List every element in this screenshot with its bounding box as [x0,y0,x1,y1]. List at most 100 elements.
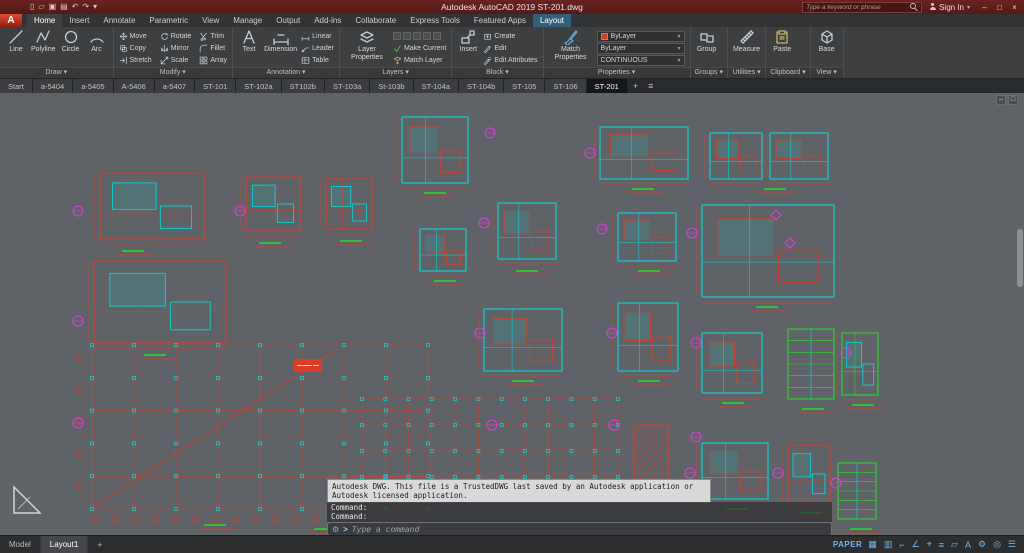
polyline-button[interactable]: Polyline [31,29,56,54]
file-tab-a-5406[interactable]: A-5406 [114,79,155,93]
ribbon-tab-home[interactable]: Home [27,14,62,27]
layer-properties-button[interactable]: Layer Properties [345,29,389,61]
open-button[interactable]: ▱ [38,0,44,14]
file-tab-st102b[interactable]: ST102b [282,79,325,93]
insert-button[interactable]: Insert [457,29,479,54]
file-tab-a-5404[interactable]: a-5404 [33,79,73,93]
search-input[interactable] [806,4,908,11]
layer-state-icon[interactable] [393,32,401,40]
base-button[interactable]: Base [816,29,838,54]
snap-icon[interactable]: ▥ [884,539,893,550]
transparency-icon[interactable]: ▱ [951,539,958,550]
layer-state-icon[interactable] [413,32,421,40]
minimize-button[interactable]: – [977,0,992,14]
panel-label-utilities[interactable]: Utilities ▾ [728,67,765,78]
arc-button[interactable]: Arc [86,29,108,54]
ribbon-tab-insert[interactable]: Insert [62,14,96,27]
file-tab-menu-button[interactable]: ≡ [643,79,658,93]
file-tab-a-5407[interactable]: a-5407 [155,79,195,93]
close-button[interactable]: × [1007,0,1022,14]
circle-button[interactable]: Circle [60,29,82,54]
isolate-objects-icon[interactable]: ◎ [993,539,1001,550]
drawing-viewport[interactable] [0,93,1024,535]
paper-space-toggle[interactable]: PAPER [827,540,868,549]
panel-label-properties[interactable]: Properties ▾ [544,67,690,78]
match-layer-button[interactable]: Match Layer [393,56,446,65]
ribbon-tab-parametric[interactable]: Parametric [142,14,195,27]
grid-icon[interactable]: ▦ [868,539,877,550]
ribbon-tab-annotate[interactable]: Annotate [96,14,142,27]
plot-button[interactable]: ▤ [60,0,68,14]
file-tab-start[interactable]: Start [0,79,33,93]
command-line[interactable]: ⚙ > [327,522,832,535]
osnap-icon[interactable]: ⌖ [927,539,932,550]
ribbon-tab-output[interactable]: Output [269,14,307,27]
file-tab-a-5405[interactable]: a-5405 [73,79,113,93]
undo-button[interactable]: ↶ [72,0,79,14]
ribbon-tab-featured-apps[interactable]: Featured Apps [467,14,533,27]
panel-label-draw[interactable]: Draw ▾ [0,67,113,78]
file-tab-st-105[interactable]: ST-105 [504,79,545,93]
panel-label-modify[interactable]: Modify ▾ [114,67,233,78]
drawing-canvas[interactable]: – □ Autodesk DWG. This file is a Trusted… [0,93,1024,535]
panel-label-block[interactable]: Block ▾ [452,67,542,78]
command-input[interactable] [352,525,827,534]
table-button[interactable]: Table [301,56,334,65]
file-tab-st-104a[interactable]: ST-104a [414,79,459,93]
workspace-gear-icon[interactable]: ⚙ [978,539,986,550]
measure-button[interactable]: Measure [733,29,760,54]
rotate-button[interactable]: Rotate [160,32,192,41]
ribbon-tab-manage[interactable]: Manage [226,14,269,27]
ribbon-tab-express-tools[interactable]: Express Tools [403,14,467,27]
array-button[interactable]: Array [199,56,227,65]
model-tab[interactable]: Model [0,536,41,553]
save-button[interactable]: ▣ [49,0,57,14]
file-tab-st-102a[interactable]: ST-102a [236,79,281,93]
fillet-button[interactable]: Fillet [199,44,227,53]
panel-label-layers[interactable]: Layers ▾ [340,67,451,78]
properties-dropdown-0[interactable]: ByLayer▾ [597,31,685,42]
viewport-restore-button[interactable]: □ [1008,95,1018,105]
leader-button[interactable]: Leader [301,44,334,53]
scale-button[interactable]: Scale [160,56,192,65]
panel-label-view[interactable]: View ▾ [811,67,843,78]
layer-state-icon[interactable] [423,32,431,40]
properties-dropdown-1[interactable]: ByLayer▾ [597,43,685,54]
create-button[interactable]: Create [483,32,537,41]
command-customize-icon[interactable]: ⚙ [332,525,339,534]
linear-button[interactable]: Linear [301,32,334,41]
new-button[interactable]: ▯ [30,0,34,14]
stretch-button[interactable]: Stretch [119,56,152,65]
match-properties-button[interactable]: Match Properties [549,29,593,61]
file-tab-st-104b[interactable]: ST-104b [459,79,504,93]
file-tab-st-103b[interactable]: St-103b [370,79,413,93]
layer-state-icon[interactable] [403,32,411,40]
file-tab-st-101[interactable]: ST-101 [195,79,236,93]
file-tab-st-106[interactable]: ST-106 [545,79,586,93]
ortho-icon[interactable]: ⌐ [899,540,904,550]
qat-dropdown[interactable]: ▾ [93,0,97,14]
move-button[interactable]: Move [119,32,152,41]
ribbon-tab-add-ins[interactable]: Add-ins [307,14,348,27]
annotation-visibility-icon[interactable]: A [965,540,971,550]
panel-label-annotation[interactable]: Annotation ▾ [233,67,339,78]
sign-in-button[interactable]: Sign In ▾ [929,3,970,12]
panel-label-clipboard[interactable]: Clipboard ▾ [766,67,809,78]
application-button[interactable]: A [0,14,22,27]
mirror-button[interactable]: Mirror [160,44,192,53]
edit-button[interactable]: Edit [483,44,537,53]
new-drawing-button[interactable]: + [628,79,643,93]
edit-attributes-button[interactable]: Edit Attributes [483,56,537,65]
text-button[interactable]: Text [238,29,260,54]
line-button[interactable]: Line [5,29,27,54]
vertical-scrollbar[interactable] [1017,229,1023,287]
file-tab-st-201[interactable]: ST-201 [587,79,628,93]
paste-button[interactable]: Paste [771,29,793,54]
lineweight-icon[interactable]: ≡ [939,540,944,550]
polar-tracking-icon[interactable]: ∠ [912,539,920,550]
redo-button[interactable]: ↷ [82,0,89,14]
ribbon-tab-collaborate[interactable]: Collaborate [348,14,403,27]
dimension-button[interactable]: Dimension [264,29,297,54]
trim-button[interactable]: Trim [199,32,227,41]
ribbon-tab-layout[interactable]: Layout [533,14,571,27]
